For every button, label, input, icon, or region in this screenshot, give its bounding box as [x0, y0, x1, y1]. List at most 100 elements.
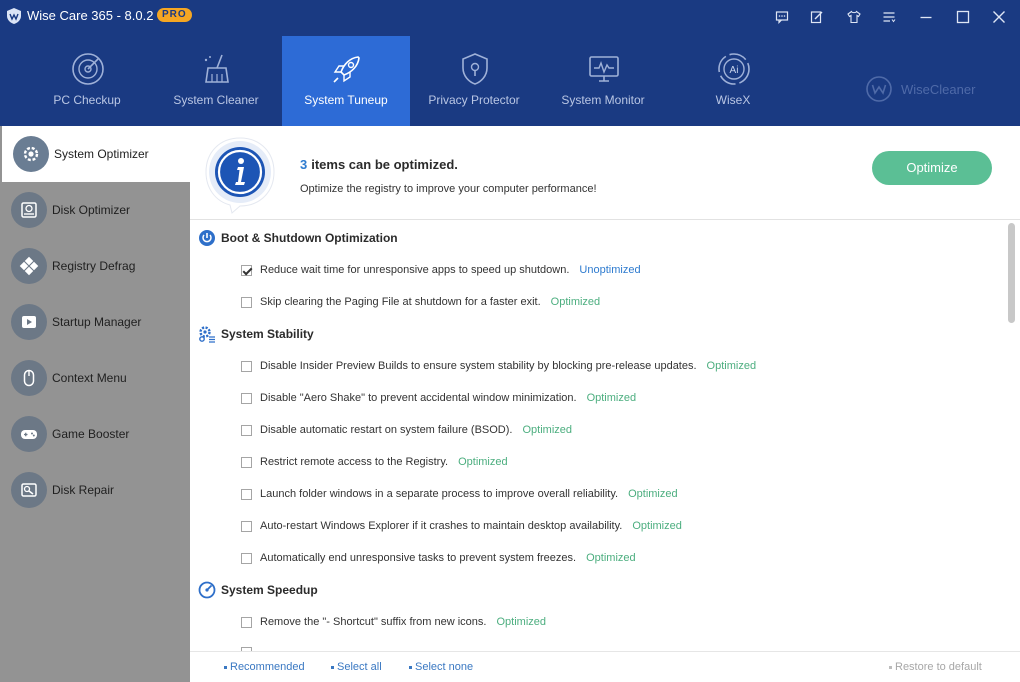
list-scrollbar[interactable]: [1005, 223, 1017, 647]
option-row-partial[interactable]: [241, 644, 260, 651]
tshirt-icon: [847, 10, 861, 24]
sidebar-item-system-optimizer[interactable]: System Optimizer: [2, 126, 190, 182]
edit-icon: [810, 11, 823, 24]
info-icon: [205, 137, 275, 214]
section-title: System Speedup: [221, 583, 318, 597]
sidebar-item-label: Disk Optimizer: [52, 203, 131, 217]
option-checkbox[interactable]: [241, 616, 252, 628]
option-checkbox[interactable]: [241, 360, 252, 372]
option-row[interactable]: Disable Insider Preview Builds to ensure…: [241, 358, 756, 374]
wisecleaner-logo-icon: [866, 76, 892, 102]
count-number: 3: [300, 157, 308, 172]
sidebar-item-disk-repair[interactable]: Disk Repair: [0, 462, 190, 518]
bullet-icon: [409, 665, 412, 669]
option-checkbox[interactable]: [241, 264, 252, 276]
option-checkbox[interactable]: [241, 552, 252, 564]
option-text: Automatically end unresponsive tasks to …: [260, 552, 577, 564]
select-all-link[interactable]: Select all: [331, 661, 382, 673]
bullet-icon: [331, 665, 334, 669]
wisecleaner-brand[interactable]: WiseCleaner: [866, 76, 975, 102]
sidebar-item-label: Registry Defrag: [52, 259, 136, 273]
count-text: items can be optimized.: [311, 157, 458, 172]
sidebar-item-label: Disk Repair: [52, 483, 115, 497]
registry-icon: [11, 248, 47, 284]
feedback-button[interactable]: [773, 8, 791, 26]
tab-label: System Tuneup: [304, 93, 388, 107]
optimize-button[interactable]: Optimize: [872, 151, 992, 185]
tab-label: System Monitor: [561, 93, 645, 107]
option-text: Remove the "- Shortcut" suffix from new …: [260, 616, 487, 628]
gear-icon: [13, 136, 49, 172]
menu-icon: [883, 12, 896, 23]
monitor-icon: [589, 56, 619, 82]
option-row[interactable]: Reduce wait time for unresponsive apps t…: [241, 262, 641, 278]
sidebar-item-label: Game Booster: [52, 427, 130, 441]
tab-system-cleaner[interactable]: System Cleaner: [152, 36, 280, 126]
option-checkbox[interactable]: [241, 392, 252, 404]
option-text: Disable "Aero Shake" to prevent accident…: [260, 392, 577, 404]
chat-icon: [775, 11, 789, 24]
minimize-button[interactable]: [917, 8, 935, 26]
option-checkbox[interactable]: [241, 296, 252, 308]
mouse-icon: [11, 360, 47, 396]
option-text: Reduce wait time for unresponsive apps t…: [260, 264, 570, 276]
restore-default-label: Restore to default: [895, 661, 982, 673]
disk-repair-icon: [11, 472, 47, 508]
edit-button[interactable]: [808, 8, 826, 26]
main-panel: 3 items can be optimized. Optimize the re…: [190, 126, 1020, 682]
skin-button[interactable]: [845, 8, 863, 26]
option-row[interactable]: Restrict remote access to the Registry. …: [241, 454, 508, 470]
tab-wisex[interactable]: Ai WiseX: [669, 36, 797, 126]
tab-privacy-protector[interactable]: Privacy Protector: [410, 36, 538, 126]
select-none-label: Select none: [415, 661, 474, 673]
scrollbar-thumb[interactable]: [1008, 223, 1015, 323]
close-button[interactable]: [990, 8, 1008, 26]
option-status: Optimized: [632, 520, 682, 532]
tab-system-tuneup[interactable]: System Tuneup: [282, 36, 410, 126]
section-system-stability: System Stability: [198, 323, 314, 345]
gears-icon: [199, 326, 215, 343]
sidebar-item-registry-defrag[interactable]: Registry Defrag: [0, 238, 190, 294]
tab-label: System Cleaner: [173, 93, 259, 107]
option-checkbox[interactable]: [241, 520, 252, 532]
option-status: Optimized: [550, 296, 601, 308]
menu-button[interactable]: [880, 8, 898, 26]
section-system-speedup: System Speedup: [198, 579, 318, 601]
option-row[interactable]: Disable automatic restart on system fail…: [241, 422, 572, 438]
disk-icon: [11, 192, 47, 228]
maximize-button[interactable]: [954, 8, 972, 26]
restore-default-link[interactable]: Restore to default: [889, 661, 982, 673]
sidebar-item-game-booster[interactable]: Game Booster: [0, 406, 190, 462]
recommended-link[interactable]: Recommended: [224, 661, 305, 673]
option-row[interactable]: Disable "Aero Shake" to prevent accident…: [241, 390, 636, 406]
option-checkbox[interactable]: [241, 456, 252, 468]
tab-system-monitor[interactable]: System Monitor: [539, 36, 667, 126]
option-checkbox[interactable]: [241, 424, 252, 436]
sidebar-item-disk-optimizer[interactable]: Disk Optimizer: [0, 182, 190, 238]
minimize-icon: [920, 16, 932, 19]
option-row[interactable]: Skip clearing the Paging File at shutdow…: [241, 294, 600, 310]
option-checkbox[interactable]: [241, 488, 252, 500]
recommended-label: Recommended: [230, 661, 305, 673]
option-row[interactable]: Launch folder windows in a separate proc…: [241, 486, 678, 502]
sidebar-item-context-menu[interactable]: Context Menu: [0, 350, 190, 406]
shield-icon: [462, 53, 488, 85]
tab-pc-checkup[interactable]: PC Checkup: [23, 36, 151, 126]
option-row[interactable]: Remove the "- Shortcut" suffix from new …: [241, 614, 546, 630]
option-status: Optimized: [586, 552, 636, 564]
option-text: Skip clearing the Paging File at shutdow…: [260, 296, 541, 308]
pro-badge: PRO: [157, 8, 192, 22]
option-text: Disable automatic restart on system fail…: [260, 424, 513, 436]
tab-label: Privacy Protector: [428, 93, 520, 107]
option-row[interactable]: Automatically end unresponsive tasks to …: [241, 550, 636, 566]
power-icon: [199, 230, 215, 246]
select-none-link[interactable]: Select none: [409, 661, 473, 673]
sidebar-item-label: System Optimizer: [54, 147, 149, 161]
wisecleaner-label: WiseCleaner: [901, 81, 976, 97]
section-title: System Stability: [221, 327, 314, 341]
app-logo-icon: [7, 8, 21, 24]
optimizable-count: 3 items can be optimized.: [300, 157, 458, 172]
sidebar-item-startup-manager[interactable]: Startup Manager: [0, 294, 190, 350]
option-row[interactable]: Auto-restart Windows Explorer if it cras…: [241, 518, 682, 534]
ai-icon: Ai: [718, 53, 750, 85]
